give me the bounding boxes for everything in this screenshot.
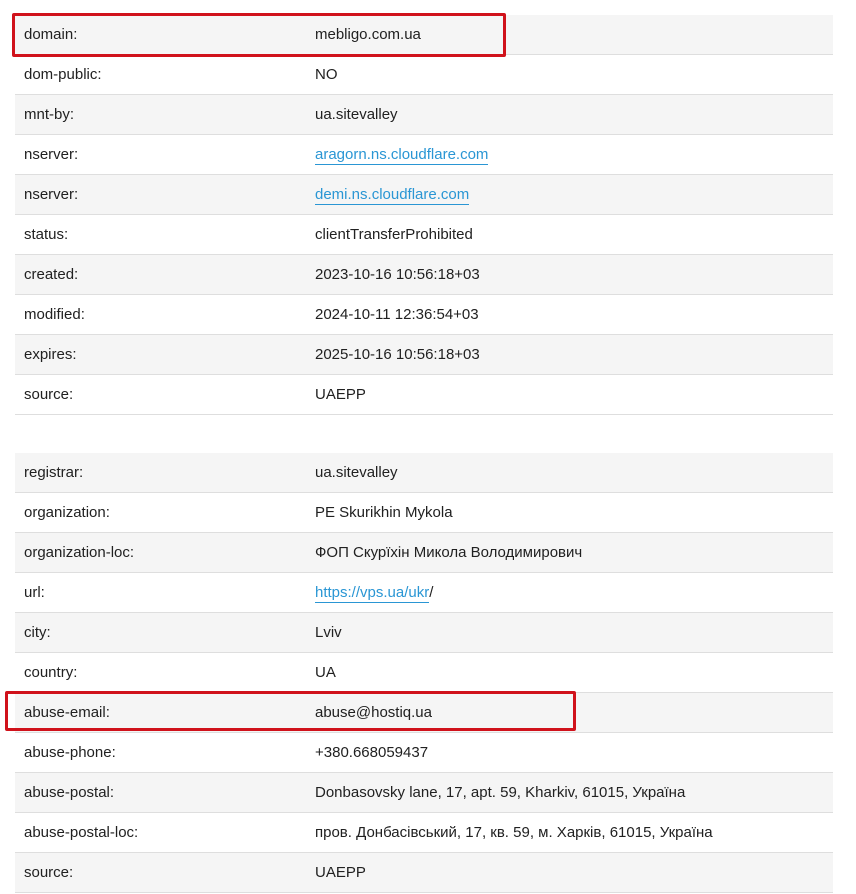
url-link[interactable]: https://vps.ua/ukr [315,584,430,603]
table-row: registrar: ua.sitevalley [15,453,833,493]
table-row: abuse-email: abuse@hostiq.ua [15,693,833,733]
field-label-registrar: registrar: [24,464,84,481]
field-value-nserver: demi.ns.cloudflare.com [315,186,833,205]
table-row: domain: mebligo.com.ua [15,15,833,55]
field-label-abuse-phone: abuse-phone: [24,744,116,761]
field-value-mnt-by: ua.sitevalley [315,106,398,123]
nserver-link[interactable]: demi.ns.cloudflare.com [315,186,470,205]
field-value-nserver: aragorn.ns.cloudflare.com [315,146,833,165]
field-label-dom-public: dom-public: [24,66,102,83]
table-row: expires: 2025-10-16 10:56:18+03 [15,335,833,375]
field-value-url: https://vps.ua/ukr/ [315,584,833,603]
table-row: organization-loc: ФОП Скурїхін Микола Вол… [15,533,833,573]
field-value-abuse-email: abuse@hostiq.ua [315,704,432,721]
field-value-abuse-phone: +380.668059437 [315,744,429,761]
field-label-mnt-by: mnt-by: [24,106,75,123]
whois-table: domain: mebligo.com.ua dom-public: NO mnt-by… [15,15,833,893]
field-label-source: source: [24,864,74,881]
field-value-domain: mebligo.com.ua [315,26,421,43]
table-row: created: 2023-10-16 10:56:18+03 [15,255,833,295]
table-row: url: https://vps.ua/ukr/ [15,573,833,613]
field-value-abuse-postal-loc: пров. Донбасівський, 17, кв. 59, м. Харк… [315,824,713,841]
field-label-organization-loc: organization-loc: [24,544,135,561]
field-value-modified: 2024-10-11 12:36:54+03 [315,306,479,323]
table-row: abuse-postal-loc: пров. Донбасівський, 17… [15,813,833,853]
nserver-link[interactable]: aragorn.ns.cloudflare.com [315,146,489,165]
field-value-source: UAEPP [315,386,366,403]
field-value-created: 2023-10-16 10:56:18+03 [315,266,480,283]
field-label-nserver: nserver: [24,186,79,203]
field-value-organization-loc: ФОП Скурїхін Микола Володимирович [315,544,583,561]
table-row: city: Lviv [15,613,833,653]
field-label-abuse-email: abuse-email: [24,704,110,721]
registrar-info-block: registrar: ua.sitevalley organization: PE S… [15,453,833,893]
field-label-url: url: [24,584,45,601]
table-row: abuse-postal: Donbasovsky lane, 17, apt. … [15,773,833,813]
field-label-domain: domain: [24,26,78,43]
field-value-source: UAEPP [315,864,366,881]
table-row: mnt-by: ua.sitevalley [15,95,833,135]
field-label-country: country: [24,664,78,681]
table-row: source: UAEPP [15,853,833,893]
field-label-abuse-postal-loc: abuse-postal-loc: [24,824,139,841]
field-label-city: city: [24,624,51,641]
domain-info-block: domain: mebligo.com.ua dom-public: NO mnt-by… [15,15,833,415]
table-row: nserver: demi.ns.cloudflare.com [15,175,833,215]
field-value-registrar: ua.sitevalley [315,464,398,481]
field-label-expires: expires: [24,346,77,363]
link-suffix: / [429,584,434,601]
field-label-modified: modified: [24,306,85,323]
field-label-source: source: [24,386,74,403]
field-label-abuse-postal: abuse-postal: [24,784,115,801]
table-row: abuse-phone: +380.668059437 [15,733,833,773]
table-row: organization: PE Skurikhin Mykola [15,493,833,533]
table-row: status: clientTransferProhibited [15,215,833,255]
field-value-dom-public: NO [315,66,338,83]
table-row: country: UA [15,653,833,693]
field-label-created: created: [24,266,79,283]
field-value-status: clientTransferProhibited [315,226,473,243]
table-row: modified: 2024-10-11 12:36:54+03 [15,295,833,335]
field-value-city: Lviv [315,624,342,641]
field-label-organization: organization: [24,504,110,521]
field-label-nserver: nserver: [24,146,79,163]
field-value-country: UA [315,664,336,681]
table-row: dom-public: NO [15,55,833,95]
field-value-organization: PE Skurikhin Mykola [315,504,453,521]
field-value-expires: 2025-10-16 10:56:18+03 [315,346,480,363]
table-row: source: UAEPP [15,375,833,415]
field-label-status: status: [24,226,69,243]
table-row: nserver: aragorn.ns.cloudflare.com [15,135,833,175]
field-value-abuse-postal: Donbasovsky lane, 17, apt. 59, Kharkiv, … [315,784,686,801]
